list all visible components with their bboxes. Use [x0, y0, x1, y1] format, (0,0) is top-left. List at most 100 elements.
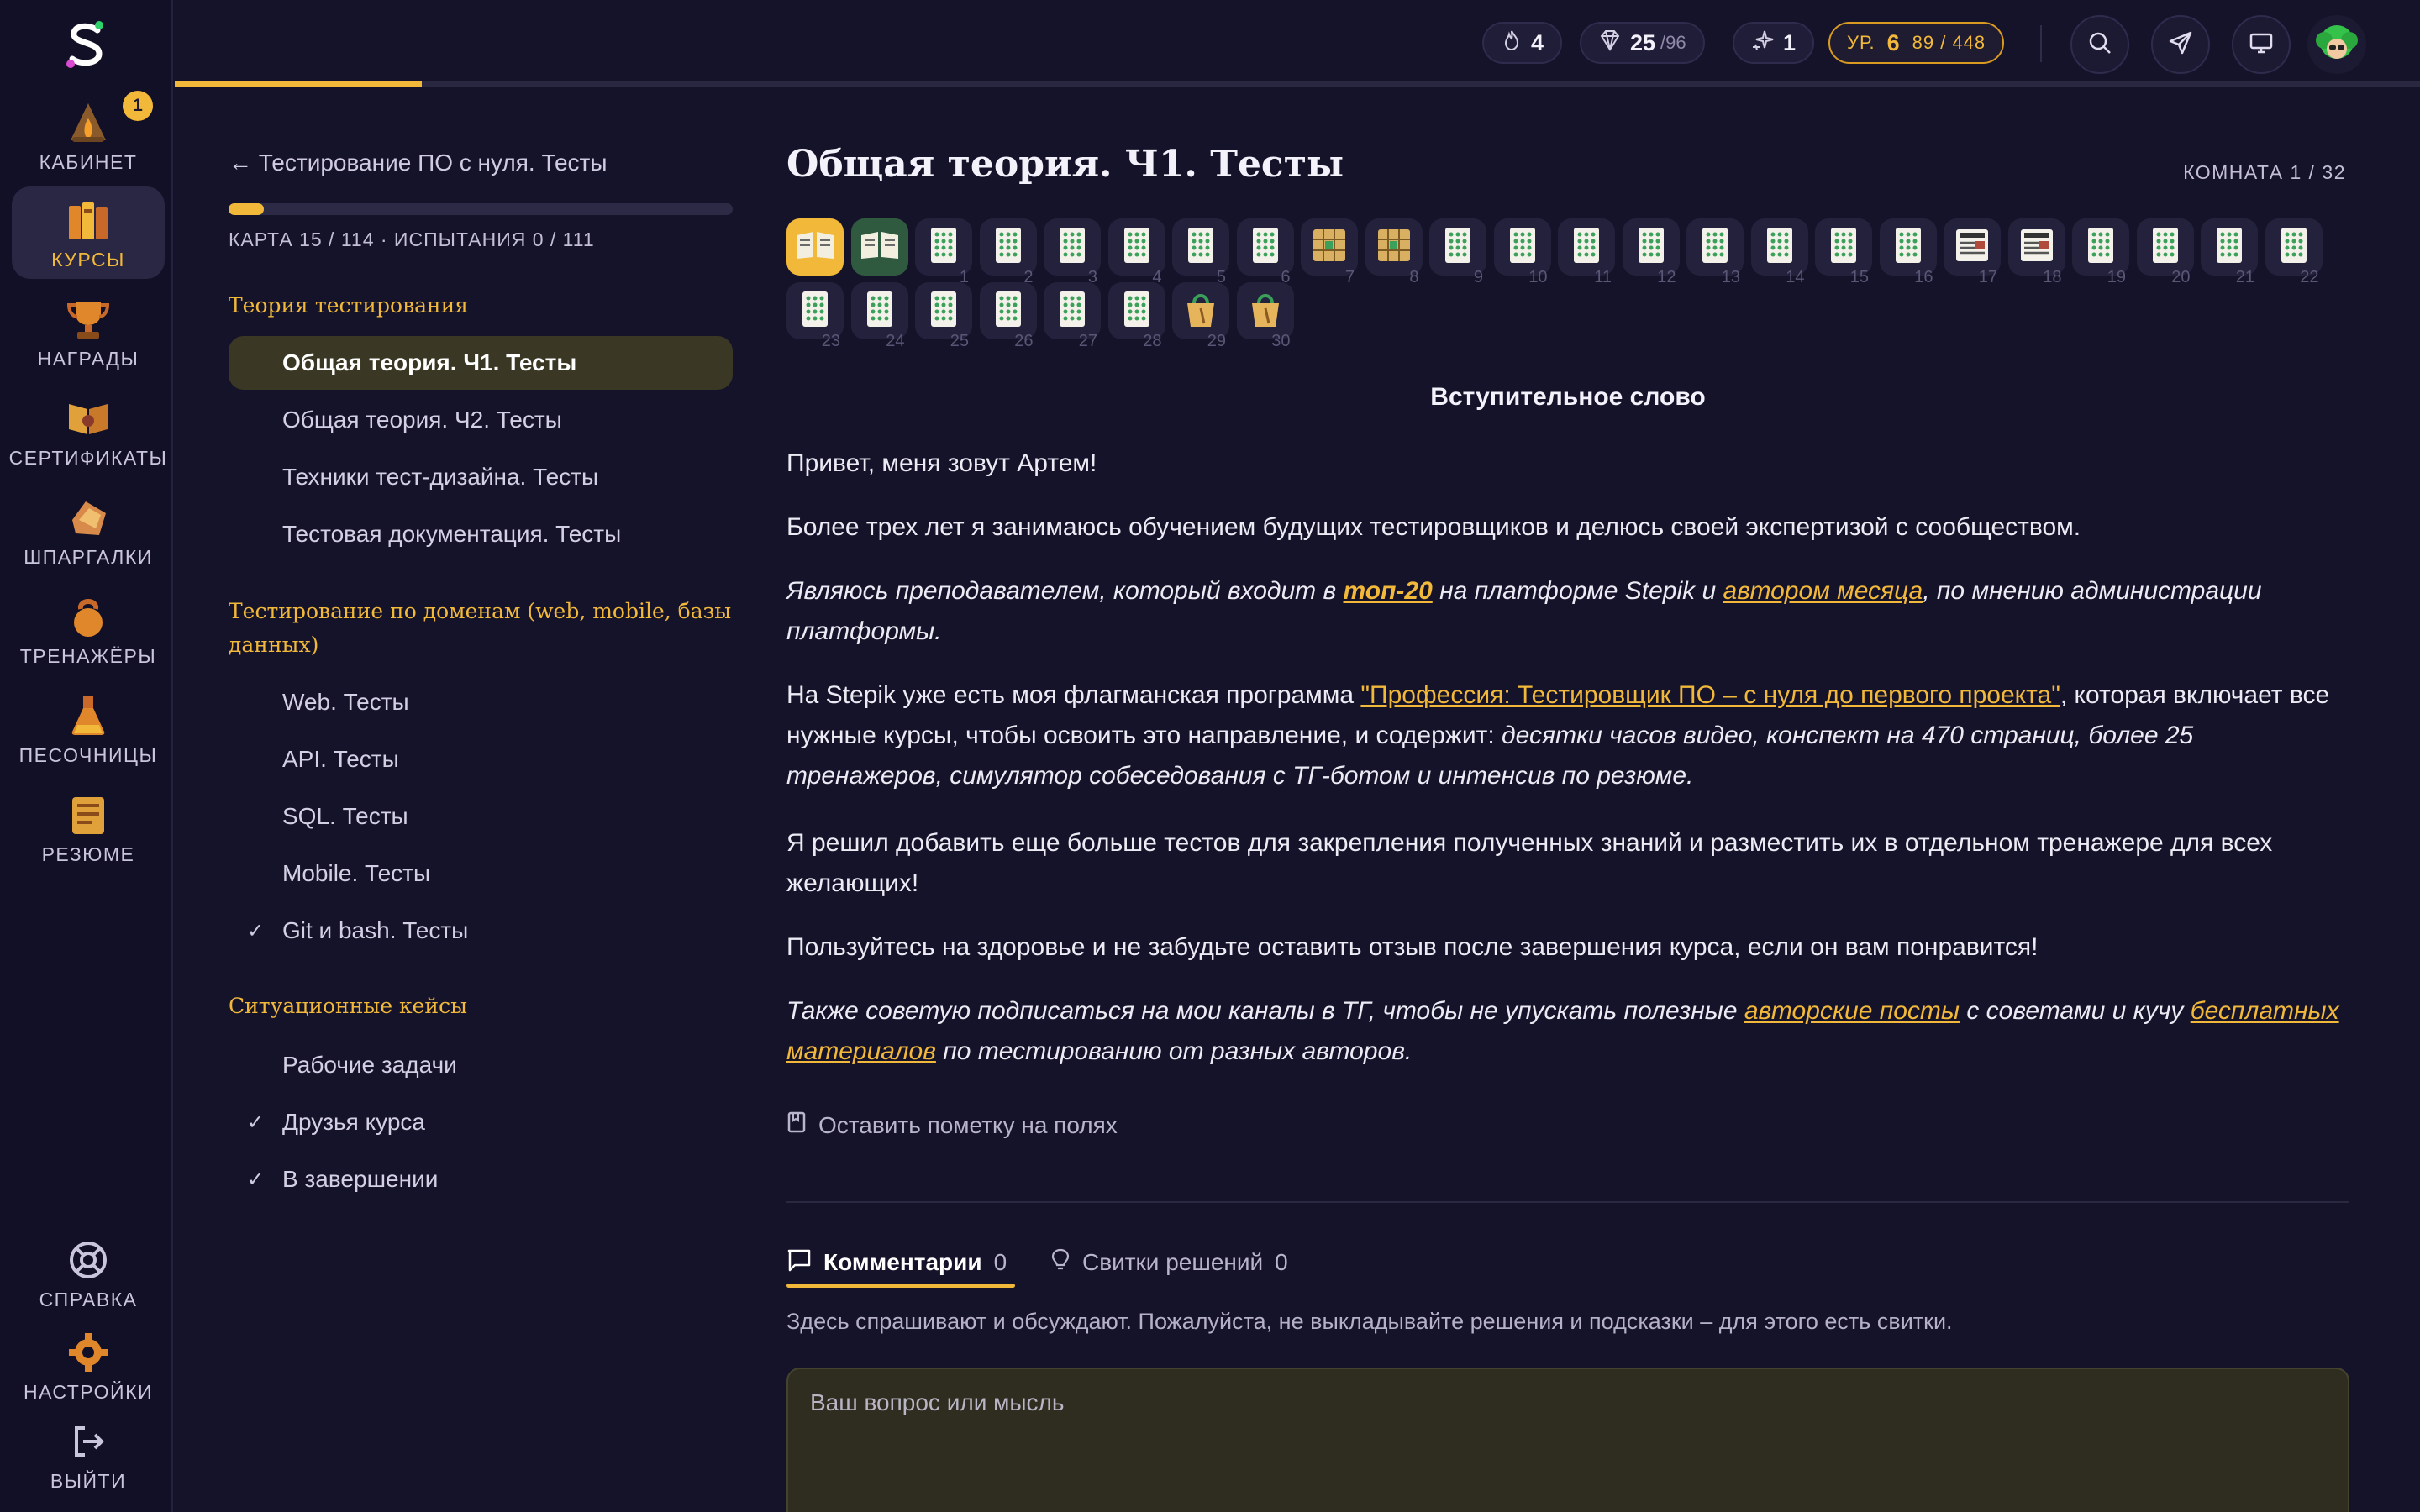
step-button[interactable] [850, 218, 908, 276]
tab-comments[interactable]: Комментарии 0 [786, 1235, 1007, 1290]
tab-count: 0 [1275, 1249, 1288, 1275]
rail-item-cheatsheets[interactable]: Шпаргалки [12, 484, 165, 576]
step-button[interactable]: 1 [915, 218, 972, 286]
nav-item[interactable]: Общая теория. Ч2. Тесты [229, 393, 733, 447]
rail-item-settings[interactable]: Настройки [12, 1319, 165, 1411]
rail-item-logout[interactable]: Выйти [12, 1408, 165, 1500]
step-button[interactable]: 19 [2072, 218, 2129, 286]
nav-item[interactable]: Общая теория. Ч1. Тесты [229, 336, 733, 390]
step-button[interactable]: 15 [1815, 218, 1872, 286]
avatar-icon [2316, 25, 2358, 59]
nav-item[interactable]: SQL. Тесты [229, 790, 733, 843]
step-button[interactable]: 6 [1236, 218, 1294, 286]
step-icon [1572, 226, 1601, 269]
back-to-course-link[interactable]: ← Тестирование ПО с нуля. Тесты [229, 150, 608, 176]
author-of-month-link[interactable]: автором месяца [1723, 577, 1923, 605]
boosts-pill[interactable]: 1 [1733, 22, 1815, 64]
telegram-button[interactable] [2151, 15, 2210, 74]
nav-item[interactable]: Рабочие задачи [229, 1038, 733, 1092]
add-margin-note-button[interactable]: Оставить пометку на полях [786, 1110, 1118, 1140]
nav-item[interactable]: ✓ Друзья курса [229, 1095, 733, 1149]
nav-item[interactable]: Mobile. Тесты [229, 847, 733, 900]
rail-item-label: Резюме [41, 843, 135, 865]
step-button[interactable]: 17 [1944, 218, 2001, 286]
nav-item[interactable]: API. Тесты [229, 732, 733, 786]
rail-item-courses[interactable]: Курсы [12, 186, 165, 279]
step-button[interactable]: 5 [1172, 218, 1229, 286]
step-icon [1444, 226, 1472, 269]
streak-pill[interactable]: 4 [1482, 22, 1563, 64]
step-icon [1312, 228, 1347, 267]
notification-badge: 1 [123, 91, 153, 121]
step-button[interactable]: 4 [1107, 218, 1165, 286]
margin-note-label: Оставить пометку на полях [818, 1111, 1118, 1138]
step-button[interactable]: 13 [1686, 218, 1744, 286]
section-title: Теория тестирования [229, 293, 469, 318]
step-number: 20 [2171, 268, 2191, 286]
tab-label: Свитки решений [1082, 1249, 1264, 1275]
diamond-icon [1598, 29, 1622, 57]
app-logo-icon[interactable] [60, 18, 113, 71]
step-button[interactable]: 3 [1044, 218, 1101, 286]
active-tab-indicator [786, 1284, 1015, 1288]
step-button[interactable]: 14 [1750, 218, 1808, 286]
step-button[interactable]: 26 [979, 282, 1037, 350]
comment-hint: Здесь спрашивают и обсуждают. Пожалуйста… [786, 1309, 1953, 1334]
step-button[interactable]: 30 [1236, 282, 1294, 350]
step-button[interactable]: 25 [915, 282, 972, 350]
rail-item-label: Справка [39, 1289, 138, 1310]
nav-item[interactable]: Web. Тесты [229, 675, 733, 729]
step-button[interactable]: 29 [1172, 282, 1229, 350]
rail-item-sandboxes[interactable]: Песочницы [12, 682, 165, 774]
page-title: Общая теория. Ч1. Тесты [786, 143, 1344, 186]
step-button[interactable]: 11 [1558, 218, 1615, 286]
step-button[interactable]: 23 [786, 282, 844, 350]
step-button[interactable]: 24 [850, 282, 908, 350]
top20-link[interactable]: топ-20 [1344, 577, 1433, 605]
step-number: 27 [1078, 332, 1097, 350]
step-number: 16 [1914, 268, 1933, 286]
display-button[interactable] [2232, 15, 2291, 74]
search-button[interactable] [2070, 15, 2129, 74]
step-button[interactable]: 28 [1107, 282, 1165, 350]
step-button[interactable]: 9 [1429, 218, 1486, 286]
step-button[interactable] [786, 218, 844, 276]
step-icon [1829, 226, 1858, 269]
user-avatar[interactable] [2307, 15, 2366, 74]
rail-item-trainers[interactable]: Тренажёры [12, 583, 165, 675]
level-pill[interactable]: УР. 6 89 / 448 [1828, 22, 2005, 64]
rail-item-resume[interactable]: Резюме [12, 781, 165, 874]
flask-icon [65, 692, 112, 739]
monitor-icon [2248, 29, 2275, 60]
gems-pill[interactable]: 25 /96 [1580, 22, 1705, 64]
paragraph: Я решил добавить еще больше тестов для з… [786, 829, 2273, 897]
step-button[interactable]: 20 [2136, 218, 2194, 286]
nav-item[interactable]: Тестовая документация. Тесты [229, 507, 733, 561]
comment-input[interactable] [786, 1368, 2349, 1512]
step-button[interactable]: 22 [2265, 218, 2323, 286]
check-icon: ✓ [246, 1110, 265, 1134]
rail-item-help[interactable]: Справка [12, 1226, 165, 1319]
step-button[interactable]: 18 [2007, 218, 2065, 286]
step-button[interactable]: 12 [1622, 218, 1680, 286]
step-number: 15 [1849, 268, 1869, 286]
program-link[interactable]: "Профессия: Тестировщик ПО – с нуля до п… [1360, 681, 2060, 709]
rail-item-awards[interactable]: Награды [12, 286, 165, 378]
step-button[interactable]: 27 [1044, 282, 1101, 350]
author-posts-link[interactable]: авторские посты [1744, 997, 1960, 1025]
step-button[interactable]: 16 [1879, 218, 1937, 286]
tab-solutions[interactable]: Свитки решений 0 [1050, 1235, 1288, 1290]
step-button[interactable]: 21 [2201, 218, 2258, 286]
nav-item[interactable]: Техники тест-дизайна. Тесты [229, 450, 733, 504]
rail-item-cabinet[interactable]: Кабинет 1 [12, 89, 165, 181]
step-button[interactable]: 2 [979, 218, 1037, 286]
nav-item-label: Mobile. Тесты [282, 860, 431, 886]
step-button[interactable]: 10 [1493, 218, 1551, 286]
nav-item[interactable]: ✓ В завершении [229, 1152, 733, 1206]
nav-item[interactable]: ✓ Git и bash. Тесты [229, 904, 733, 958]
lightbulb-icon [1050, 1247, 1071, 1278]
step-icon [1123, 226, 1151, 269]
step-button[interactable]: 7 [1301, 218, 1358, 286]
rail-item-certificates[interactable]: Сертификаты [9, 385, 166, 477]
step-button[interactable]: 8 [1365, 218, 1423, 286]
